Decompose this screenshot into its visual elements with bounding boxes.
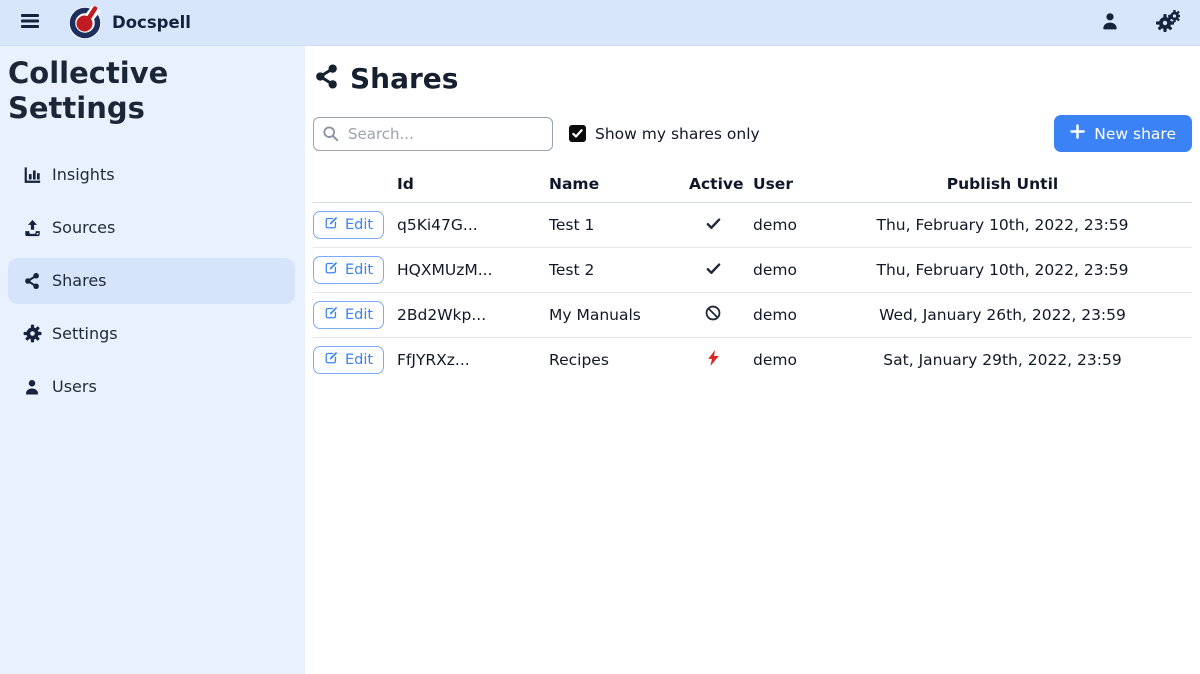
plus-icon: [1070, 124, 1085, 143]
account-menu-button[interactable]: [1096, 7, 1124, 38]
col-user: User: [743, 170, 813, 203]
user-icon: [22, 378, 42, 396]
ban-icon: [704, 308, 722, 326]
pen-to-square-icon: [324, 351, 338, 369]
edit-button[interactable]: Edit: [313, 256, 384, 284]
pen-to-square-icon: [324, 261, 338, 279]
share-name: Test 1: [543, 203, 683, 248]
sidebar-item-sources[interactable]: Sources: [8, 205, 295, 251]
sidebar-item-settings[interactable]: Settings: [8, 311, 295, 357]
pen-to-square-icon: [324, 306, 338, 324]
show-my-shares-checkbox[interactable]: Show my shares only: [569, 125, 760, 143]
col-publish-until: Publish Until: [813, 170, 1192, 203]
share-nodes-icon: [22, 272, 42, 290]
sidebar-item-shares[interactable]: Shares: [8, 258, 295, 304]
bars-icon: [20, 11, 40, 34]
shares-table-body: Edit q5Ki47G... Test 1 demo Thu, Februar…: [313, 203, 1192, 383]
table-header-row: Id Name Active User Publish Until: [313, 170, 1192, 203]
share-publish-until: Wed, January 26th, 2022, 23:59: [813, 293, 1192, 338]
sidebar-item-label: Settings: [52, 324, 118, 343]
chart-bar-icon: [22, 166, 42, 184]
table-row: Edit 2Bd2Wkp... My Manuals demo Wed, Jan…: [313, 293, 1192, 338]
share-publish-until: Thu, February 10th, 2022, 23:59: [813, 203, 1192, 248]
shares-table: Id Name Active User Publish Until Edit q…: [313, 170, 1192, 382]
edit-button[interactable]: Edit: [313, 211, 384, 239]
pen-to-square-icon: [324, 216, 338, 234]
search-icon: [322, 125, 339, 146]
share-name: My Manuals: [543, 293, 683, 338]
bolt-icon: [707, 352, 720, 370]
sidebar-title: Collective Settings: [8, 56, 295, 126]
table-row: Edit HQXMUzM... Test 2 demo Thu, Februar…: [313, 248, 1192, 293]
sidebar-nav: Insights Sources Shares Settings: [8, 152, 295, 410]
new-share-button[interactable]: New share: [1054, 115, 1192, 152]
share-user: demo: [743, 338, 813, 383]
table-row: Edit q5Ki47G... Test 1 demo Thu, Februar…: [313, 203, 1192, 248]
share-name: Test 2: [543, 248, 683, 293]
docspell-logo-icon: [68, 6, 102, 40]
checkbox-label: Show my shares only: [595, 125, 760, 143]
edit-button[interactable]: Edit: [313, 346, 384, 374]
sidebar-item-label: Users: [52, 377, 97, 396]
share-id: 2Bd2Wkp...: [391, 293, 543, 338]
search-input[interactable]: [313, 117, 553, 151]
table-row: Edit FfJYRXz... Recipes demo Sat, Januar…: [313, 338, 1192, 383]
sidebar-item-label: Sources: [52, 218, 115, 237]
col-edit: [313, 170, 391, 203]
app-title: Docspell: [112, 13, 191, 32]
share-user: demo: [743, 293, 813, 338]
sidebar-item-label: Insights: [52, 165, 115, 184]
sidebar-item-users[interactable]: Users: [8, 364, 295, 410]
upload-icon: [22, 219, 42, 237]
user-icon: [1100, 11, 1120, 34]
sidebar: Collective Settings Insights Sources Sha…: [0, 46, 305, 674]
check-icon: [705, 218, 722, 236]
checkbox-checked-icon: [569, 125, 586, 142]
topbar: Docspell: [0, 0, 1200, 46]
admin-settings-button[interactable]: [1152, 6, 1184, 39]
col-active: Active: [683, 170, 743, 203]
check-icon: [705, 263, 722, 281]
sidebar-item-insights[interactable]: Insights: [8, 152, 295, 198]
share-publish-until: Thu, February 10th, 2022, 23:59: [813, 248, 1192, 293]
share-user: demo: [743, 248, 813, 293]
page-title: Shares: [350, 62, 458, 95]
share-nodes-icon: [313, 63, 340, 94]
edit-button[interactable]: Edit: [313, 301, 384, 329]
col-id: Id: [391, 170, 543, 203]
share-id: HQXMUzM...: [391, 248, 543, 293]
gear-icon: [22, 324, 42, 343]
share-id: FfJYRXz...: [391, 338, 543, 383]
share-name: Recipes: [543, 338, 683, 383]
gears-icon: [1156, 10, 1180, 35]
share-user: demo: [743, 203, 813, 248]
col-name: Name: [543, 170, 683, 203]
share-id: q5Ki47G...: [391, 203, 543, 248]
share-publish-until: Sat, January 29th, 2022, 23:59: [813, 338, 1192, 383]
sidebar-item-label: Shares: [52, 271, 107, 290]
main-content: Shares Show my shares only New shar: [305, 46, 1200, 674]
hamburger-menu-button[interactable]: [16, 7, 44, 38]
